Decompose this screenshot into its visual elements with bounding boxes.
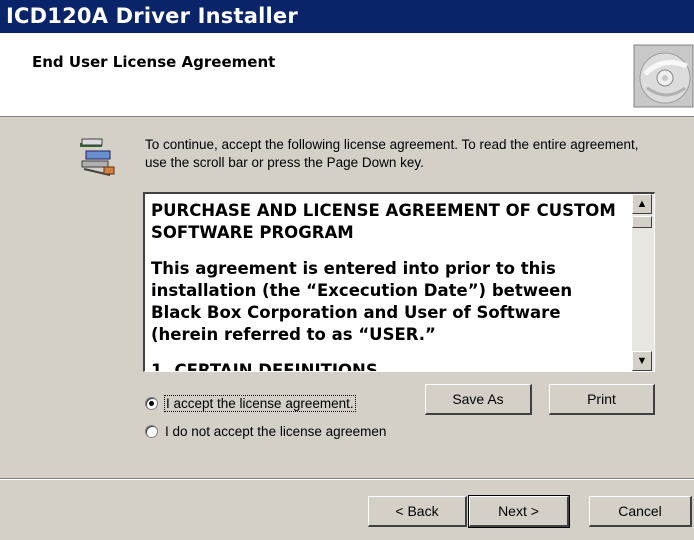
scroll-thumb[interactable]	[632, 216, 652, 228]
back-button[interactable]: < Back	[368, 496, 467, 527]
radio-selected-icon	[145, 397, 158, 410]
wizard-header: End User License Agreement	[0, 33, 694, 117]
window-title: ICD120A Driver Installer	[6, 4, 298, 28]
license-heading: PURCHASE AND LICENSE AGREEMENT OF CUSTOM…	[151, 201, 616, 242]
print-button[interactable]: Print	[549, 384, 655, 415]
back-label: < Back	[395, 503, 439, 519]
accept-radio[interactable]: I accept the license agreement.	[145, 395, 356, 412]
print-label: Print	[587, 391, 616, 407]
next-label: Next >	[498, 503, 539, 519]
cd-disc-icon	[633, 44, 694, 108]
title-bar[interactable]: ICD120A Driver Installer	[0, 0, 694, 33]
arrow-up-icon: ▲	[636, 198, 648, 210]
instructions-text: To continue, accept the following licens…	[145, 137, 639, 170]
footer-separator	[0, 478, 694, 480]
accept-label: I accept the license agreement.	[164, 395, 356, 412]
save-as-button[interactable]: Save As	[425, 384, 532, 415]
license-section-heading: 1. CERTAIN DEFINITIONS	[151, 361, 378, 372]
save-as-label: Save As	[452, 391, 504, 407]
scroll-up-button[interactable]: ▲	[632, 194, 652, 214]
license-text-box[interactable]: PURCHASE AND LICENSE AGREEMENT OF CUSTOM…	[143, 192, 655, 372]
arrow-down-icon: ▼	[636, 355, 648, 367]
vertical-scrollbar[interactable]: ▲ ▼	[632, 194, 654, 371]
cancel-label: Cancel	[618, 503, 662, 519]
decline-label: I do not accept the license agreemen	[165, 424, 387, 439]
computer-setup-icon	[80, 138, 115, 176]
license-content: PURCHASE AND LICENSE AGREEMENT OF CUSTOM…	[151, 200, 626, 372]
cancel-button[interactable]: Cancel	[589, 496, 692, 527]
next-button[interactable]: Next >	[468, 495, 570, 528]
decline-radio[interactable]: I do not accept the license agreemen	[145, 424, 386, 439]
scroll-down-button[interactable]: ▼	[632, 351, 652, 371]
license-paragraph: This agreement is entered into prior to …	[151, 259, 573, 344]
page-title: End User License Agreement	[32, 53, 276, 71]
radio-unselected-icon	[145, 425, 158, 438]
